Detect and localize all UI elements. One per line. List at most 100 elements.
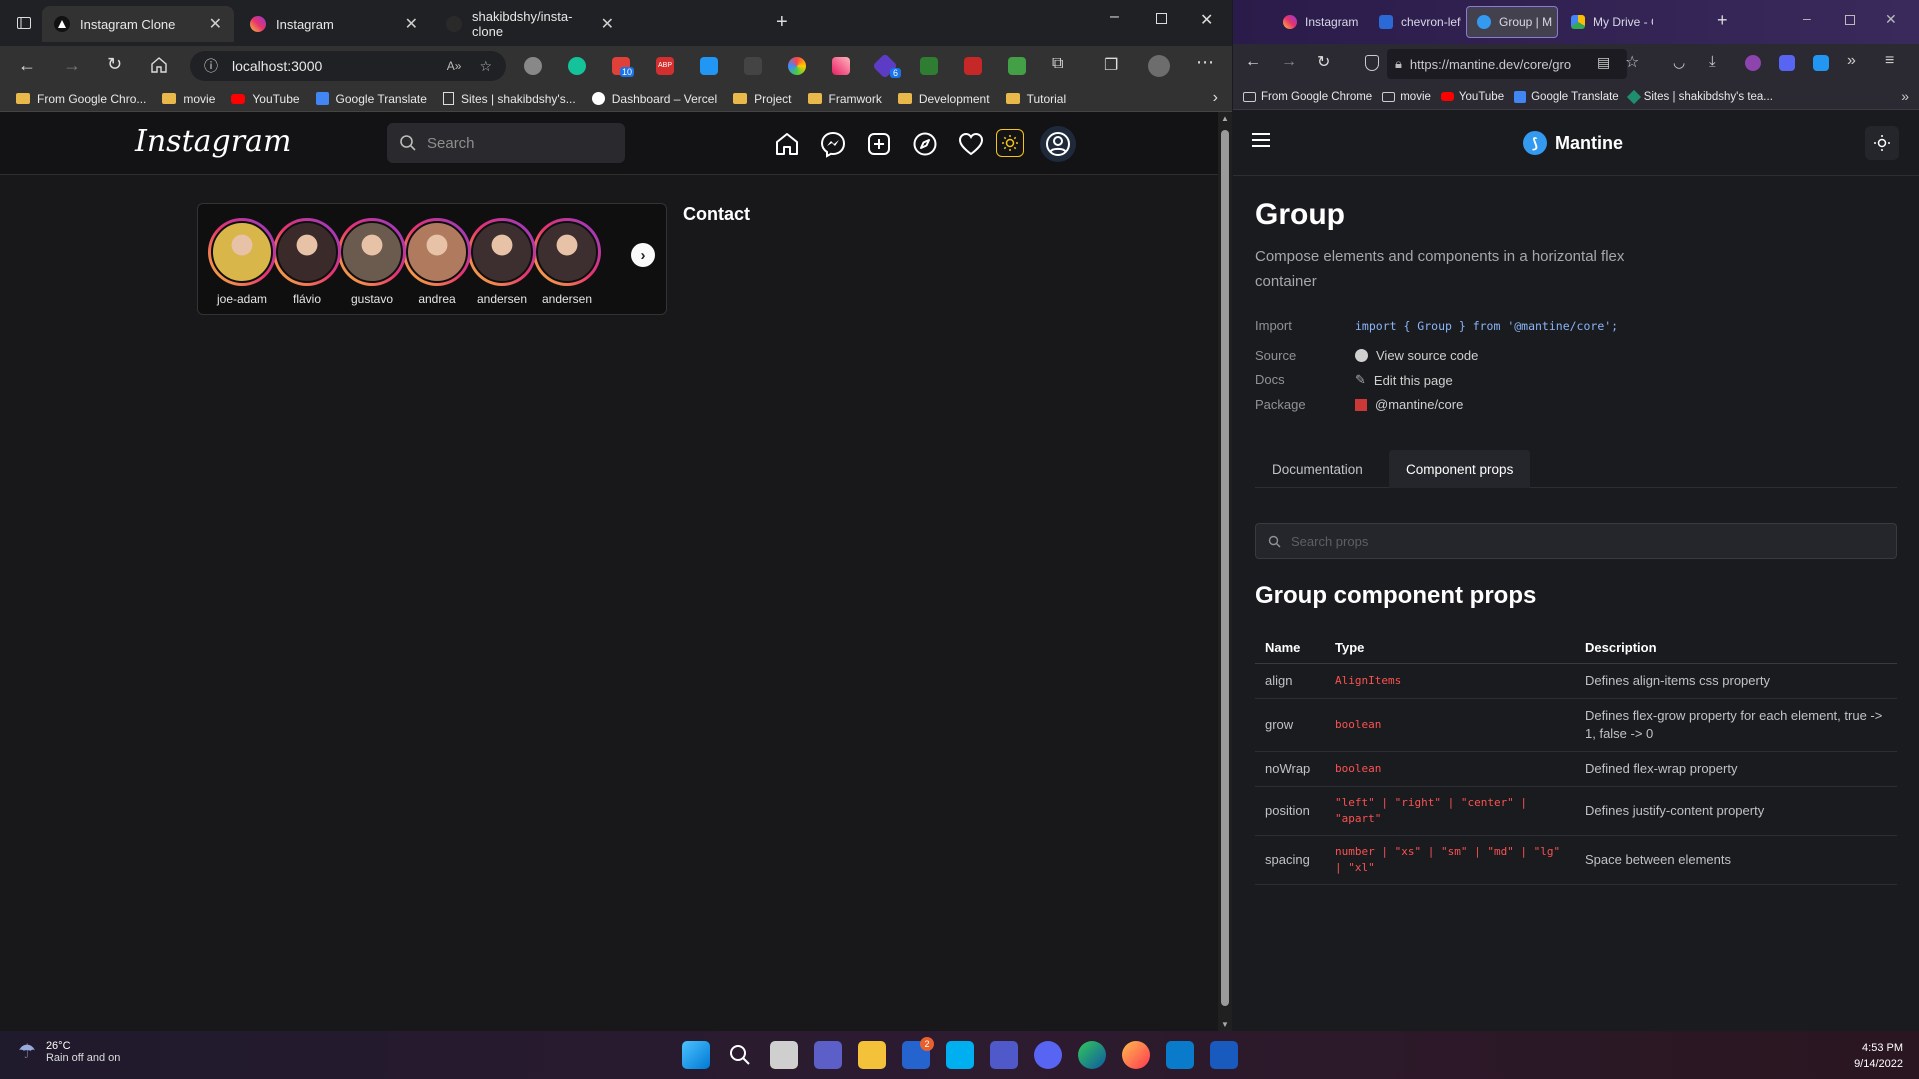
adblock-plus-icon[interactable]: ABP (656, 57, 674, 75)
bookmark-item[interactable]: From Google Chrome (1243, 91, 1372, 103)
word-icon[interactable] (1210, 1041, 1238, 1069)
bookmark-item[interactable]: Sites | shakibdshy's tea... (1626, 89, 1773, 104)
extension-icon[interactable] (1745, 55, 1761, 71)
vscode-icon[interactable] (1166, 1041, 1194, 1069)
firefox-tab-group-mantine[interactable]: Group | M ✕ (1466, 6, 1558, 38)
bookmark-item[interactable]: Project (733, 92, 792, 106)
mantine-logo[interactable]: ⟆ Mantine (1523, 131, 1623, 155)
downloads-icon[interactable]: ⤓ (1709, 53, 1716, 70)
firefox-tab-instagram[interactable]: Instagram (1273, 6, 1365, 38)
scroll-up-icon[interactable]: ▲ (1221, 114, 1229, 123)
weather-widget[interactable]: ☂ 26°C Rain off and on (18, 1039, 120, 1064)
bookmark-item[interactable]: movie (1382, 91, 1431, 103)
view-source-link[interactable]: View source code (1355, 348, 1478, 363)
explore-icon[interactable] (911, 130, 939, 158)
story-item[interactable]: flávio (273, 218, 341, 306)
color-picker-extension-icon[interactable] (788, 57, 806, 75)
refresh-icon[interactable]: ↻ (1317, 52, 1330, 72)
tab-documentation[interactable]: Documentation (1255, 450, 1380, 488)
search-props-input[interactable]: Search props (1255, 523, 1897, 559)
maximize-window-icon[interactable] (1845, 15, 1855, 25)
refresh-icon[interactable]: ↻ (107, 54, 122, 75)
tab-actions-icon[interactable] (14, 13, 34, 33)
chat-icon[interactable] (814, 1041, 842, 1069)
search-box[interactable]: Search (387, 123, 625, 163)
extension-icon[interactable] (964, 57, 982, 75)
scrollbar-thumb[interactable] (1221, 130, 1229, 1006)
back-icon[interactable]: ← (1245, 53, 1261, 71)
story-item[interactable]: joe-adam (208, 218, 276, 306)
bookmark-item[interactable]: YouTube (231, 92, 300, 106)
hamburger-menu-icon[interactable]: ≡ (1885, 52, 1894, 70)
story-item[interactable]: andersen (468, 218, 536, 306)
page-scrollbar[interactable]: ▲ ▼ (1218, 112, 1232, 1031)
system-clock[interactable]: 4:53 PM 9/14/2022 (1854, 1040, 1903, 1072)
bookmark-item[interactable]: Development (897, 92, 990, 106)
close-tab-icon[interactable]: ✕ (601, 14, 614, 34)
pocket-icon[interactable]: ◡ (1673, 54, 1685, 71)
grammarly-extension-icon[interactable] (568, 57, 586, 75)
add-post-icon[interactable] (865, 130, 893, 158)
forward-icon[interactable]: → (1281, 53, 1297, 71)
bookmark-item[interactable]: movie (162, 92, 215, 106)
bookmark-item[interactable]: YouTube (1440, 91, 1504, 103)
extension-icon[interactable] (832, 57, 850, 75)
extension-icon[interactable] (1813, 55, 1829, 71)
firefox-tab-chevron[interactable]: chevron-left (1369, 6, 1461, 38)
theme-toggle-icon[interactable] (996, 129, 1024, 157)
profile-avatar[interactable] (1148, 55, 1170, 77)
messenger-icon[interactable] (819, 130, 847, 158)
home-icon[interactable] (773, 130, 801, 158)
heart-icon[interactable] (957, 130, 985, 158)
collections-icon[interactable]: ❐ (1104, 55, 1118, 75)
task-view-icon[interactable] (770, 1041, 798, 1069)
edge-tab-instagram[interactable]: Instagram ✕ (238, 6, 430, 42)
more-menu-icon[interactable]: ⋯ (1196, 52, 1214, 73)
more-favorites-icon[interactable]: › (1213, 89, 1218, 107)
extension-icon[interactable] (920, 57, 938, 75)
extension-icon[interactable] (700, 57, 718, 75)
close-window-icon[interactable]: ✕ (1885, 11, 1897, 28)
tracking-protection-shield-icon[interactable] (1365, 55, 1379, 71)
site-info-icon[interactable]: ⓘ (204, 56, 218, 76)
new-tab-icon[interactable]: + (776, 11, 788, 34)
story-item[interactable]: andersen (533, 218, 601, 306)
back-icon[interactable]: ← (18, 55, 36, 76)
scroll-down-icon[interactable]: ▼ (1221, 1020, 1229, 1029)
profile-icon[interactable] (1040, 126, 1076, 162)
minimize-window-icon[interactable]: – (1803, 10, 1811, 26)
home-icon[interactable] (150, 56, 168, 74)
edit-page-link[interactable]: ✎ Edit this page (1355, 372, 1453, 388)
story-item[interactable]: gustavo (338, 218, 406, 306)
bookmark-item[interactable]: Tutorial (1005, 92, 1066, 106)
reader-view-icon[interactable]: ▤ (1597, 54, 1610, 71)
add-favorite-icon[interactable]: ☆ (479, 58, 492, 75)
edge-tab-instagram-clone[interactable]: Instagram Clone ✕ (42, 6, 234, 42)
instagram-logo[interactable]: Instagram (135, 124, 291, 159)
tab-component-props[interactable]: Component props (1389, 450, 1531, 488)
address-bar[interactable]: ⓘ localhost:3000 A» ☆ (190, 51, 506, 81)
package-link[interactable]: @mantine/core (1355, 397, 1463, 412)
close-window-icon[interactable]: ✕ (1200, 10, 1213, 30)
bookmark-item[interactable]: From Google Chro... (16, 92, 146, 106)
more-bookmarks-icon[interactable]: » (1901, 88, 1909, 104)
more-extensions-icon[interactable]: » (1847, 52, 1856, 70)
close-tab-icon[interactable]: ✕ (209, 14, 222, 34)
extensions-puzzle-icon[interactable]: ⧉ (1052, 55, 1063, 73)
extension-icon[interactable] (1779, 55, 1795, 71)
bookmark-item[interactable]: Framwork (807, 92, 882, 106)
stories-next-button[interactable]: › (631, 243, 655, 267)
maximize-window-icon[interactable] (1156, 13, 1167, 24)
close-tab-icon[interactable]: ✕ (405, 14, 418, 34)
discord-icon[interactable] (1034, 1041, 1062, 1069)
color-scheme-toggle-icon[interactable] (1865, 126, 1899, 160)
import-code[interactable]: import { Group } from '@mantine/core'; (1355, 319, 1618, 333)
forward-icon[interactable]: → (63, 55, 81, 76)
extension-icon[interactable] (1008, 57, 1026, 75)
skype-icon[interactable] (946, 1041, 974, 1069)
edge-tab-github[interactable]: shakibdshy/insta-clone ✕ (434, 6, 626, 42)
file-explorer-icon[interactable] (858, 1041, 886, 1069)
firefox-tab-my-drive[interactable]: My Drive - G (1561, 6, 1653, 38)
edge-icon[interactable] (1078, 1041, 1106, 1069)
globe-extension-icon[interactable] (524, 57, 542, 75)
